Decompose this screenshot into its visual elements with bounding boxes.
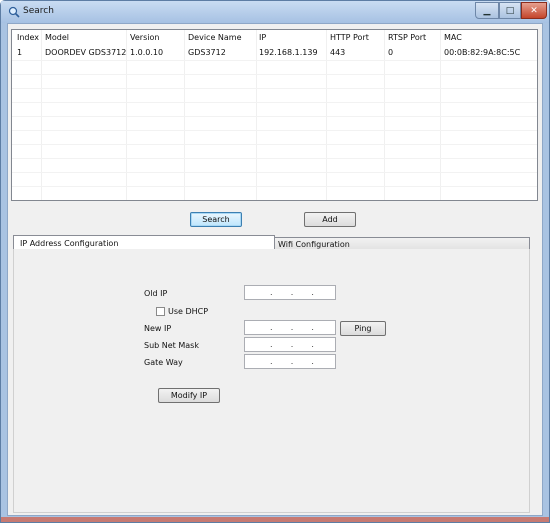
column-header-ip[interactable]: IP [259, 33, 266, 42]
gateway-label: Gate Way [144, 358, 183, 367]
row-divider [12, 144, 537, 145]
maximize-icon: □ [505, 5, 515, 16]
ping-button[interactable]: Ping [340, 321, 386, 336]
maximize-button[interactable]: □ [499, 2, 521, 19]
row-divider [12, 186, 537, 187]
use-dhcp-label[interactable]: Use DHCP [168, 307, 208, 316]
magnifier-icon [8, 6, 20, 18]
ip-dot: . [270, 323, 273, 332]
ip-dot: . [290, 323, 294, 332]
ip-dot: . [290, 288, 294, 297]
modify-ip-button[interactable]: Modify IP [158, 388, 220, 403]
subnet-mask-label: Sub Net Mask [144, 341, 199, 350]
ip-dot: . [290, 357, 294, 366]
cell-ip: 192.168.1.139 [259, 48, 318, 57]
row-divider [12, 158, 537, 159]
list-header: Index Model Version Device Name IP HTTP … [12, 30, 537, 45]
ip-dot: . [290, 340, 294, 349]
column-header-rtsp-port[interactable]: RTSP Port [388, 33, 426, 42]
row-divider [12, 102, 537, 103]
window-title: Search [23, 6, 54, 16]
old-ip-label: Old IP [144, 289, 168, 298]
ip-dot: . [270, 340, 273, 349]
column-header-mac[interactable]: MAC [444, 33, 462, 42]
cell-device-name: GDS3712 [188, 48, 226, 57]
row-divider [12, 60, 537, 61]
title-bar[interactable]: Search ▁ □ ✕ [1, 1, 549, 23]
window-bottom-edge [1, 517, 549, 522]
column-header-device-name[interactable]: Device Name [188, 33, 242, 42]
row-divider [12, 88, 537, 89]
table-row[interactable]: 1 DOORDEV GDS3712 1.0.0.10 GDS3712 192.1… [12, 46, 537, 60]
minimize-button[interactable]: ▁ [475, 2, 499, 19]
ip-dot: . [311, 357, 314, 366]
cell-http-port: 443 [330, 48, 346, 57]
search-button[interactable]: Search [190, 212, 242, 227]
device-list[interactable]: Index Model Version Device Name IP HTTP … [11, 29, 538, 201]
old-ip-field[interactable]: . . . [244, 285, 336, 300]
minimize-icon: ▁ [483, 5, 491, 16]
column-header-index[interactable]: Index [17, 33, 39, 42]
gateway-field[interactable]: . . . [244, 354, 336, 369]
row-divider [12, 172, 537, 173]
ip-dot: . [311, 288, 314, 297]
cell-model: DOORDEV GDS3712 [45, 48, 127, 57]
new-ip-field[interactable]: . . . [244, 320, 336, 335]
cell-version: 1.0.0.10 [130, 48, 164, 57]
row-divider [12, 130, 537, 131]
window-client-area: Index Model Version Device Name IP HTTP … [7, 23, 543, 516]
tab-ip-address-configuration[interactable]: IP Address Configuration [13, 235, 275, 250]
column-header-model[interactable]: Model [45, 33, 69, 42]
add-button[interactable]: Add [304, 212, 356, 227]
ip-dot: . [270, 288, 273, 297]
close-button[interactable]: ✕ [521, 2, 547, 19]
cell-rtsp-port: 0 [388, 48, 394, 57]
row-divider [12, 74, 537, 75]
ip-dot: . [270, 357, 273, 366]
search-window: Search ▁ □ ✕ Index Model Version Device … [0, 0, 550, 523]
row-divider [12, 116, 537, 117]
new-ip-label: New IP [144, 324, 172, 333]
subnet-mask-field[interactable]: . . . [244, 337, 336, 352]
column-header-version[interactable]: Version [130, 33, 159, 42]
use-dhcp-checkbox[interactable] [156, 307, 165, 316]
ip-dot: . [311, 323, 314, 332]
ip-configuration-panel: Old IP . . . Use DHCP New IP . . . Ping … [13, 249, 530, 513]
cell-index: 1 [17, 48, 23, 57]
cell-mac: 00:0B:82:9A:8C:5C [444, 48, 521, 57]
ip-dot: . [311, 340, 314, 349]
close-icon: ✕ [530, 5, 538, 16]
column-header-http-port[interactable]: HTTP Port [330, 33, 369, 42]
